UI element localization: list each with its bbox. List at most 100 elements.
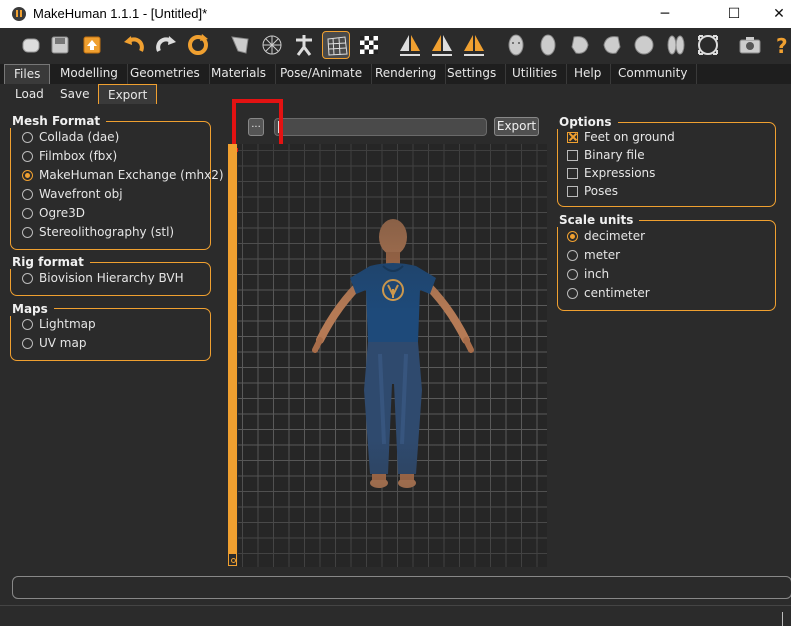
minimize-button[interactable]: ─ — [642, 0, 688, 28]
back-view-icon[interactable] — [534, 31, 562, 59]
export-file-icon[interactable] — [78, 31, 106, 59]
radio-uv-map[interactable]: UV map — [22, 334, 96, 352]
radio-indicator[interactable] — [22, 227, 33, 238]
option-label: Poses — [584, 184, 619, 198]
redo-icon[interactable] — [152, 31, 180, 59]
option-label: Wavefront obj — [39, 187, 123, 201]
checkbox-feet-on-ground[interactable]: Feet on ground — [567, 128, 675, 146]
tab-utilities[interactable]: Utilities — [503, 64, 568, 84]
radio-decimeter[interactable]: decimeter — [567, 227, 650, 245]
tab-geometries[interactable]: Geometries — [121, 64, 210, 84]
options-title: Options — [557, 115, 618, 129]
radio-indicator[interactable] — [22, 273, 33, 284]
checkbox-expressions[interactable]: Expressions — [567, 164, 675, 182]
options-list: Feet on ground Binary file Expressions P… — [567, 128, 675, 200]
tab-materials[interactable]: Materials — [202, 64, 277, 84]
top-view-icon[interactable] — [630, 31, 658, 59]
option-label: Filmbox (fbx) — [39, 149, 118, 163]
reset-camera-icon[interactable] — [694, 31, 722, 59]
option-label: UV map — [39, 336, 87, 350]
checkbox-binary-file[interactable]: Binary file — [567, 146, 675, 164]
radio-indicator[interactable] — [22, 189, 33, 200]
option-label: Binary file — [584, 148, 645, 162]
wireframe-icon[interactable] — [258, 31, 286, 59]
radio-indicator[interactable] — [22, 132, 33, 143]
symmetry-right-icon[interactable] — [396, 31, 424, 59]
radio-indicator[interactable] — [567, 288, 578, 299]
makehuman-logo-icon — [12, 7, 26, 21]
tab-help[interactable]: Help — [565, 64, 612, 84]
radio-inch[interactable]: inch — [567, 265, 650, 283]
bottom-view-icon[interactable] — [662, 31, 690, 59]
sub-tab-bar: Load Save Export — [0, 84, 791, 104]
tab-community[interactable]: Community — [609, 64, 698, 84]
option-label: Biovision Hierarchy BVH — [39, 271, 184, 285]
radio-ogre3d[interactable]: Ogre3D — [22, 204, 224, 222]
right-view-icon[interactable] — [598, 31, 626, 59]
resize-grip[interactable] — [782, 612, 783, 626]
skeleton-icon[interactable] — [290, 31, 318, 59]
status-bar — [12, 576, 791, 599]
radio-indicator[interactable] — [22, 208, 33, 219]
radio-indicator[interactable] — [22, 338, 33, 349]
viewport-slider-track[interactable] — [228, 144, 237, 566]
radio-lightmap[interactable]: Lightmap — [22, 315, 96, 333]
checkbox-indicator[interactable] — [567, 186, 578, 197]
tab-settings[interactable]: Settings — [438, 64, 507, 84]
radio-indicator-selected[interactable] — [567, 231, 578, 242]
checkbox-indicator[interactable] — [567, 150, 578, 161]
new-icon[interactable] — [17, 31, 45, 59]
option-label: decimeter — [584, 229, 646, 243]
option-label: Stereolithography (stl) — [39, 225, 175, 239]
radio-mhx2[interactable]: MakeHuman Exchange (mhx2) — [22, 166, 224, 184]
symmetry-left-icon[interactable] — [428, 31, 456, 59]
symmetry-icon[interactable] — [460, 31, 488, 59]
left-view-icon[interactable] — [566, 31, 594, 59]
checkbox-poses[interactable]: Poses — [567, 182, 675, 200]
screenshot-icon[interactable] — [736, 31, 764, 59]
close-button[interactable]: ✕ — [756, 0, 791, 28]
reset-icon[interactable] — [184, 31, 212, 59]
subtab-load[interactable]: Load — [6, 84, 53, 104]
option-label: Collada (dae) — [39, 130, 120, 144]
radio-centimeter[interactable]: centimeter — [567, 284, 650, 302]
save-icon[interactable] — [46, 31, 74, 59]
rig-format-title: Rig format — [10, 255, 90, 269]
export-path-field[interactable] — [274, 118, 487, 136]
front-view-icon[interactable] — [502, 31, 530, 59]
maps-options: Lightmap UV map — [22, 315, 96, 352]
radio-collada[interactable]: Collada (dae) — [22, 128, 224, 146]
radio-meter[interactable]: meter — [567, 246, 650, 264]
maps-title: Maps — [10, 302, 54, 316]
help-icon[interactable]: ? — [768, 31, 791, 59]
tab-pose-animate[interactable]: Pose/Animate — [271, 64, 373, 84]
radio-indicator[interactable] — [567, 250, 578, 261]
viewport-shading — [238, 144, 547, 567]
radio-indicator-selected[interactable] — [22, 170, 33, 181]
export-button[interactable]: Export — [494, 117, 539, 136]
radio-indicator[interactable] — [22, 319, 33, 330]
radio-filmbox[interactable]: Filmbox (fbx) — [22, 147, 224, 165]
subtab-save[interactable]: Save — [51, 84, 98, 104]
tab-files[interactable]: Files — [4, 64, 51, 84]
checkbox-indicator-checked[interactable] — [567, 132, 578, 143]
checkbox-indicator[interactable] — [567, 168, 578, 179]
radio-indicator[interactable] — [22, 151, 33, 162]
option-label: Ogre3D — [39, 206, 85, 220]
viewport-slider-handle[interactable] — [228, 553, 237, 566]
subtab-export[interactable]: Export — [98, 84, 158, 104]
checkerboard-icon[interactable] — [355, 31, 383, 59]
radio-bvh[interactable]: Biovision Hierarchy BVH — [22, 269, 184, 287]
maximize-button[interactable]: ☐ — [711, 0, 757, 28]
tab-rendering[interactable]: Rendering — [366, 64, 447, 84]
radio-wavefront[interactable]: Wavefront obj — [22, 185, 224, 203]
tab-modelling[interactable]: Modelling — [51, 64, 128, 84]
radio-indicator[interactable] — [567, 269, 578, 280]
window-title: MakeHuman 1.1.1 - [Untitled]* — [33, 6, 208, 21]
undo-icon[interactable] — [120, 31, 148, 59]
radio-stl[interactable]: Stereolithography (stl) — [22, 223, 224, 241]
scale-units-options: decimeter meter inch centimeter — [567, 227, 650, 302]
grid-icon[interactable] — [322, 31, 350, 59]
mesh-format-options: Collada (dae) Filmbox (fbx) MakeHuman Ex… — [22, 128, 224, 241]
smooth-icon[interactable] — [226, 31, 254, 59]
